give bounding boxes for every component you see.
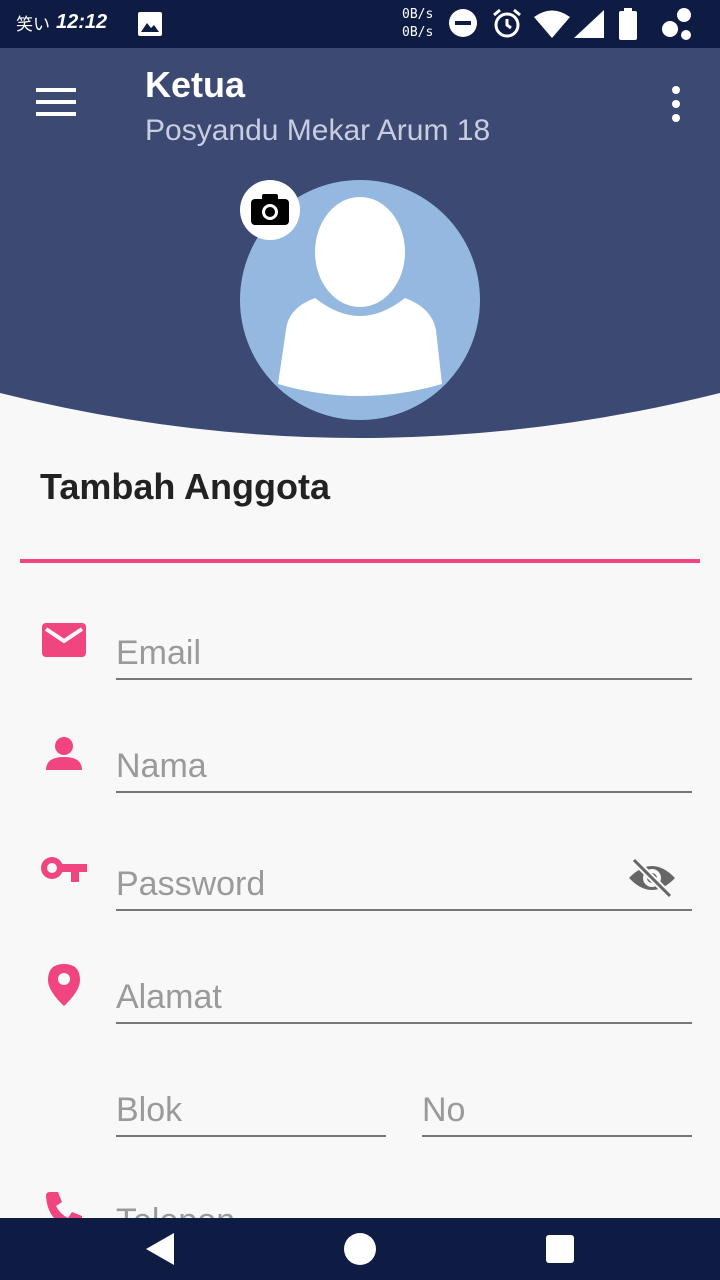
no-field-container [422, 1085, 692, 1137]
net-down-label: 0B/s [402, 25, 434, 40]
status-time: 12:12 [56, 11, 108, 33]
dnd-icon [449, 9, 477, 37]
toggle-password-visibility-icon[interactable] [626, 856, 678, 900]
back-icon[interactable] [144, 1232, 178, 1266]
key-icon [41, 857, 87, 882]
change-photo-button[interactable] [240, 180, 300, 240]
section-divider [20, 559, 700, 563]
image-icon [138, 12, 162, 36]
app-notification-icon [662, 8, 691, 40]
status-left: 笑い 12:12 [16, 10, 107, 35]
net-up-label: 0B/s [402, 7, 434, 22]
section-title: Tambah Anggota [40, 466, 330, 507]
blok-field-container [116, 1085, 386, 1137]
password-field-container [116, 859, 692, 911]
nama-field-container [116, 741, 692, 793]
address-field[interactable] [116, 972, 692, 1022]
recents-icon[interactable] [546, 1235, 574, 1263]
password-field[interactable] [116, 859, 692, 909]
email-field[interactable] [116, 628, 692, 678]
battery-icon [619, 8, 637, 40]
block-field[interactable] [116, 1085, 386, 1135]
email-field-container [116, 628, 692, 680]
status-bar: 笑い 12:12 0B/s 0B/s [0, 0, 720, 48]
number-field[interactable] [422, 1085, 692, 1135]
alamat-field-container [116, 972, 692, 1024]
home-icon[interactable] [344, 1233, 376, 1265]
page-subtitle: Posyandu Mekar Arum 18 [145, 114, 491, 147]
location-pin-icon [48, 964, 80, 1006]
menu-icon[interactable] [36, 86, 76, 118]
more-options-icon[interactable] [664, 84, 688, 124]
person-icon [46, 737, 82, 770]
status-app-label: 笑い [16, 15, 50, 35]
signal-icon [574, 10, 604, 38]
camera-icon [251, 194, 289, 225]
wifi-icon [534, 10, 570, 38]
alarm-icon [493, 8, 521, 38]
email-icon [42, 623, 86, 657]
name-field[interactable] [116, 741, 692, 791]
page-title: Ketua [145, 64, 246, 105]
network-speed: 0B/s 0B/s [402, 6, 433, 42]
